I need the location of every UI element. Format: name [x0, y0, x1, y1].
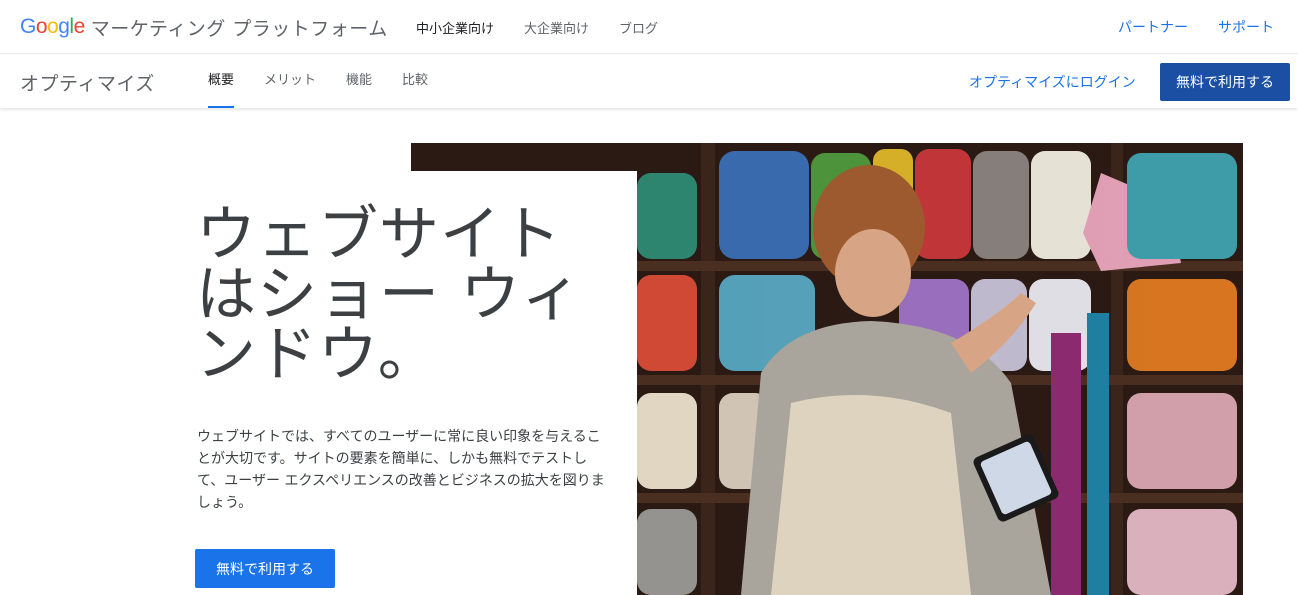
- logo-letter: e: [73, 15, 86, 38]
- logo-letter: G: [20, 15, 36, 38]
- tab-overview[interactable]: 概要: [208, 55, 235, 108]
- tab-compare[interactable]: 比較: [402, 55, 428, 108]
- partner-link[interactable]: パートナー: [1118, 17, 1188, 37]
- top-nav-enterprise[interactable]: 大企業向け: [524, 18, 589, 37]
- top-nav: 中小企業向け 大企業向け ブログ: [416, 18, 688, 37]
- product-bar: オプティマイズ 概要 メリット 機能 比較 オプティマイズにログイン 無料で利用…: [0, 55, 1298, 108]
- brand-name: マーケティング プラットフォーム: [90, 17, 388, 40]
- top-header: Google マーケティング プラットフォーム 中小企業向け 大企業向け ブログ…: [0, 0, 1298, 54]
- optimize-login-link[interactable]: オプティマイズにログイン: [969, 72, 1136, 92]
- product-tabs: 概要 メリット 機能 比較: [208, 55, 458, 108]
- logo-letter: o: [47, 15, 59, 38]
- top-nav-blog[interactable]: ブログ: [619, 18, 658, 37]
- hero-description: ウェブサイトでは、すべてのユーザーに常に良い印象を与えることが大切です。サイトの…: [197, 429, 605, 511]
- google-logo: Google: [20, 15, 85, 39]
- hero-title-line: はショー ウィ: [196, 260, 583, 330]
- tab-benefits[interactable]: メリット: [264, 55, 316, 108]
- top-right-links: パートナー サポート: [1088, 17, 1274, 37]
- free-start-button-hero[interactable]: 無料で利用する: [195, 549, 335, 588]
- hero-title-line: ウェブサイト: [196, 200, 562, 270]
- support-link[interactable]: サポート: [1218, 17, 1274, 37]
- logo-letter: o: [35, 15, 48, 38]
- top-nav-smb[interactable]: 中小企業向け: [416, 18, 494, 37]
- product-name[interactable]: オプティマイズ: [20, 69, 155, 96]
- free-start-button-header[interactable]: 無料で利用する: [1160, 63, 1290, 101]
- brand[interactable]: Google マーケティング プラットフォーム: [20, 14, 388, 40]
- hero-title: ウェブサイト はショー ウィ ンドウ。: [196, 205, 606, 385]
- logo-letter: g: [58, 15, 70, 38]
- tab-features[interactable]: 機能: [346, 55, 372, 108]
- hero-title-line: ンドウ。: [196, 320, 439, 390]
